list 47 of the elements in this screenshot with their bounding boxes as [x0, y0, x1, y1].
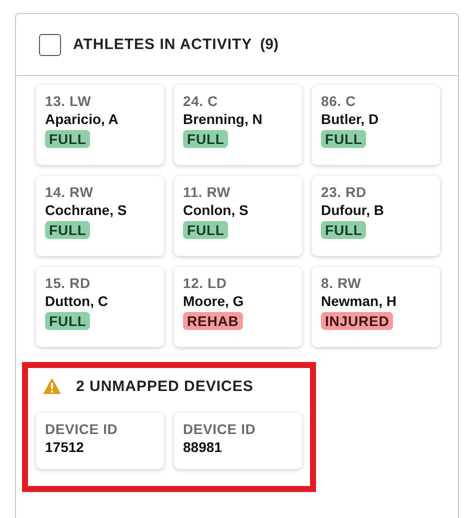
status-badge: FULL: [321, 221, 366, 239]
status-badge: FULL: [45, 312, 90, 330]
athlete-card[interactable]: 8. RW Newman, H INJURED: [312, 267, 440, 347]
status-badge: REHAB: [183, 312, 243, 330]
athlete-name: Dufour, B: [321, 202, 385, 218]
athlete-card[interactable]: 23. RD Dufour, B FULL: [312, 176, 440, 256]
athlete-position: 8. RW: [321, 275, 362, 291]
device-id: 88981: [183, 439, 223, 455]
athlete-card[interactable]: 12. LD Moore, G REHAB: [174, 267, 302, 347]
device-id: 17512: [45, 439, 85, 455]
athlete-card[interactable]: 11. RW Conlon, S FULL: [174, 176, 302, 256]
athlete-name: Aparicio, A: [45, 111, 120, 127]
status-badge: INJURED: [321, 312, 394, 330]
athlete-position: 14. RW: [45, 184, 94, 200]
athlete-position: 86. C: [321, 93, 357, 109]
athlete-name: Newman, H: [321, 293, 398, 309]
athlete-position: 12. LD: [183, 275, 228, 291]
warning-icon: [42, 377, 62, 395]
athlete-card[interactable]: 15. RD Dutton, C FULL: [36, 267, 164, 347]
athlete-position: 11. RW: [183, 184, 232, 200]
device-card[interactable]: DEVICE ID 17512: [36, 413, 164, 469]
athlete-name: Conlon, S: [183, 202, 250, 218]
athlete-position: 15. RD: [45, 275, 92, 291]
status-badge: FULL: [183, 130, 228, 148]
status-badge: FULL: [45, 221, 90, 239]
athlete-name: Dutton, C: [45, 293, 109, 309]
status-badge: FULL: [321, 130, 366, 148]
athlete-name: Moore, G: [183, 293, 245, 309]
status-badge: FULL: [183, 221, 228, 239]
athlete-card[interactable]: 24. C Brenning, N FULL: [174, 85, 302, 165]
unmapped-title: 2 UNMAPPED DEVICES: [76, 378, 254, 394]
athlete-name: Cochrane, S: [45, 202, 128, 218]
athlete-position: 24. C: [183, 93, 219, 109]
athlete-name: Butler, D: [321, 111, 380, 127]
athlete-position: 23. RD: [321, 184, 368, 200]
athlete-position: 13. LW: [45, 93, 92, 109]
device-label: DEVICE ID: [183, 421, 257, 437]
device-label: DEVICE ID: [45, 421, 119, 437]
checkbox[interactable]: [39, 34, 61, 56]
athlete-count: (9): [260, 36, 279, 53]
athlete-name: Brenning, N: [183, 111, 264, 127]
status-badge: FULL: [45, 130, 90, 148]
device-card[interactable]: DEVICE ID 88981: [174, 413, 302, 469]
section-title: ATHLETES IN ACTIVITY: [73, 36, 252, 53]
athlete-card[interactable]: 86. C Butler, D FULL: [312, 85, 440, 165]
athlete-card[interactable]: 13. LW Aparicio, A FULL: [36, 85, 164, 165]
athlete-card[interactable]: 14. RW Cochrane, S FULL: [36, 176, 164, 256]
